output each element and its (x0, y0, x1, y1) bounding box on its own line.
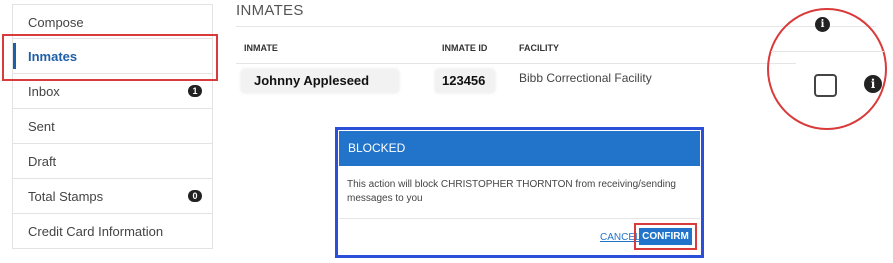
info-icon[interactable]: i (864, 75, 882, 93)
sidebar-item-compose[interactable]: Compose (12, 4, 213, 39)
inmate-id-cell: 123456 (436, 70, 494, 92)
confirm-button[interactable]: CONFIRM (639, 228, 692, 245)
header-divider (236, 63, 796, 64)
block-checkbox[interactable] (814, 74, 837, 97)
stamps-count-badge: 0 (188, 190, 202, 202)
sidebar-item-draft[interactable]: Draft (12, 144, 213, 179)
sidebar-item-inmates[interactable]: Inmates (12, 39, 213, 74)
column-header-inmate: INMATE (244, 43, 278, 53)
block-column-divider (771, 51, 884, 52)
blocked-dialog: BLOCKED This action will block CHRISTOPH… (335, 127, 704, 258)
title-divider (236, 26, 876, 27)
sidebar-item-sent[interactable]: Sent (12, 109, 213, 144)
info-icon[interactable]: i (815, 17, 830, 32)
sidebar-item-inbox[interactable]: Inbox 1 (12, 74, 213, 109)
dialog-divider (339, 218, 700, 219)
sidebar-item-label: Compose (28, 15, 84, 30)
dialog-title: BLOCKED (339, 131, 700, 166)
column-header-inmate-id: INMATE ID (442, 43, 488, 53)
sidebar-item-label: Total Stamps (28, 189, 104, 204)
inmate-name-cell[interactable]: Johnny Appleseed (242, 70, 398, 92)
column-header-facility: FACILITY (519, 43, 559, 53)
confirm-highlight-box: CONFIRM (634, 223, 697, 250)
sidebar-item-total-stamps[interactable]: Total Stamps 0 (12, 179, 213, 214)
inbox-count-badge: 1 (188, 85, 202, 97)
dialog-message: This action will block CHRISTOPHER THORN… (347, 179, 676, 204)
sidebar-item-label: Inmates (28, 49, 78, 64)
sidebar-item-label: Credit Card Information (28, 224, 164, 239)
sidebar-item-label: Draft (28, 154, 57, 169)
sidebar-item-label: Inbox (28, 84, 60, 99)
sidebar-item-label: Sent (28, 119, 55, 134)
sidebar: Compose Inmates Inbox 1 Sent Draft Total… (12, 4, 213, 249)
sidebar-item-credit-card-information[interactable]: Credit Card Information (12, 214, 213, 249)
page-title: INMATES (236, 2, 304, 19)
facility-cell: Bibb Correctional Facility (519, 71, 652, 85)
